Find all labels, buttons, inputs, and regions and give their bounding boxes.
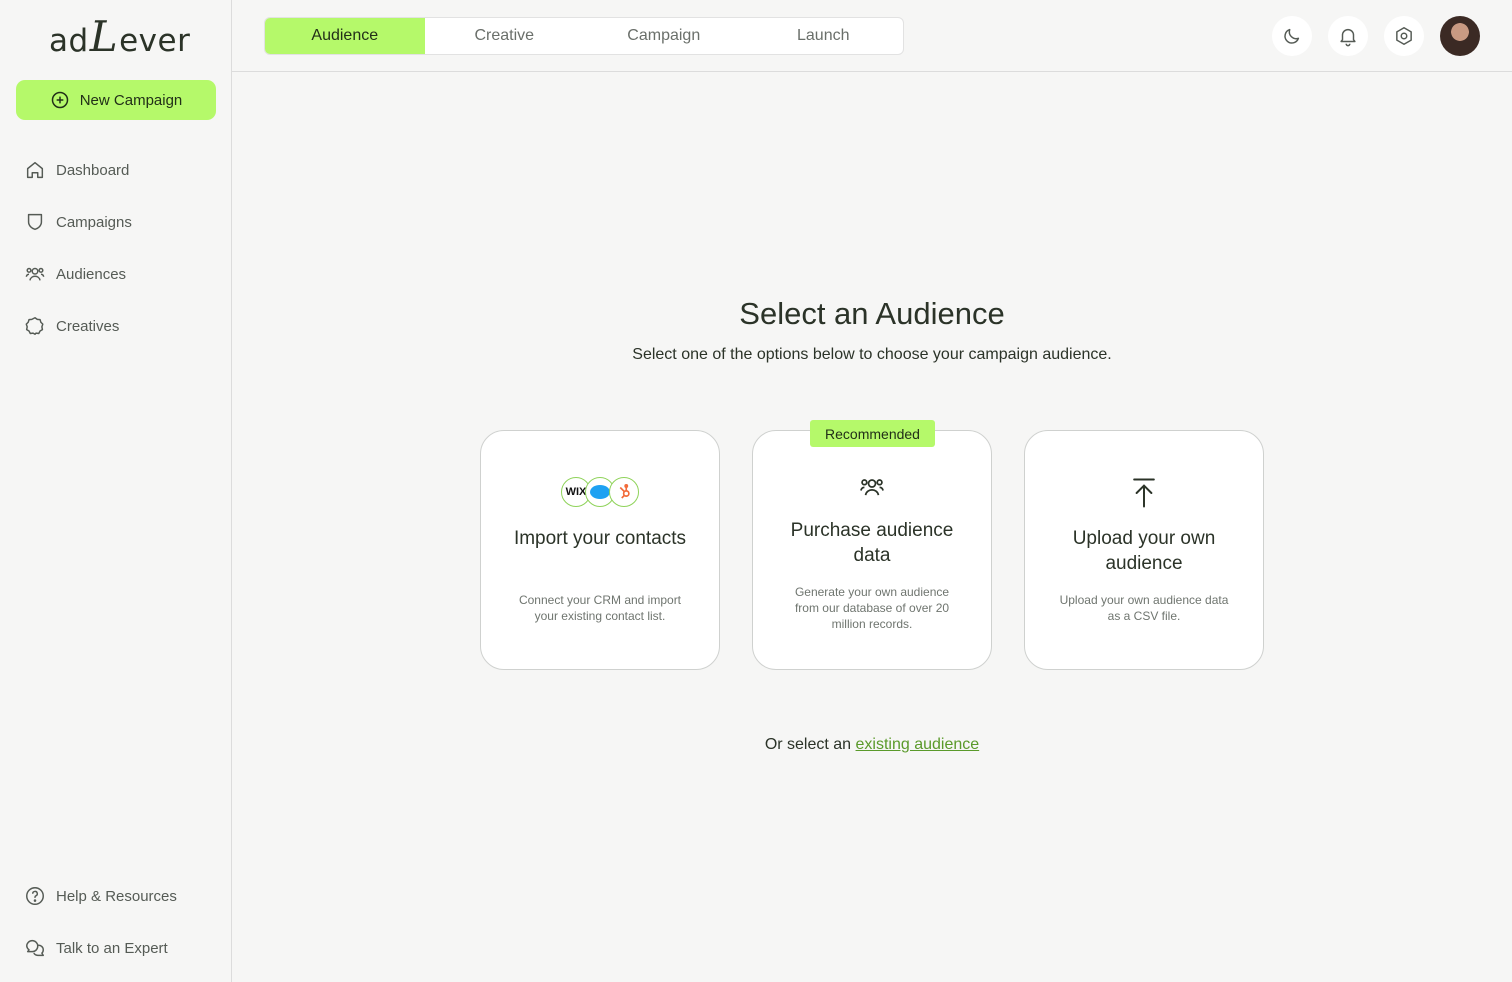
settings-button[interactable]	[1384, 16, 1424, 56]
sidebar-item-label: Talk to an Expert	[56, 939, 168, 957]
sidebar-item-label: Campaigns	[56, 213, 132, 231]
avatar[interactable]	[1440, 16, 1480, 56]
crm-logos-icon: WIX	[481, 477, 719, 507]
sidebar-item-campaigns[interactable]: Campaigns	[24, 202, 214, 242]
page-title: Select an Audience	[739, 296, 1005, 331]
help-circle-icon	[26, 887, 44, 905]
card-icon-wrap	[1025, 477, 1263, 509]
tab-creative[interactable]: Creative	[425, 18, 585, 54]
badge-icon	[25, 317, 44, 335]
card-icon-wrap	[753, 473, 991, 501]
sidebar-nav: Dashboard Campaigns Audiences Creatives	[24, 150, 214, 358]
chat-bubbles-icon	[26, 939, 44, 957]
sidebar-item-label: Creatives	[56, 317, 120, 335]
card-title: Upload your own audience	[1072, 528, 1216, 574]
hubspot-logo-icon	[609, 477, 639, 507]
upload-audience-card[interactable]: Upload your own audience Upload your own…	[1024, 430, 1264, 670]
sidebar-bottom-nav: Help & Resources Talk to an Expert	[24, 876, 224, 980]
tab-audience[interactable]: Audience	[265, 18, 425, 54]
sidebar-item-label: Help & Resources	[56, 887, 177, 905]
shield-icon	[27, 213, 43, 231]
logo-prefix: ad	[49, 23, 89, 59]
new-campaign-label: New Campaign	[79, 91, 183, 109]
logo-suffix: ever	[119, 23, 191, 59]
users-icon	[860, 479, 884, 496]
dark-mode-button[interactable]	[1272, 16, 1312, 56]
card-description: Generate your own audience from our data…	[794, 585, 950, 631]
settings-icon	[1396, 27, 1412, 45]
sidebar-item-creatives[interactable]: Creatives	[24, 306, 214, 346]
tab-launch[interactable]: Launch	[744, 18, 904, 54]
sidebar-item-help[interactable]: Help & Resources	[24, 876, 224, 916]
card-title: Import your contacts	[513, 528, 687, 549]
sidebar-item-expert[interactable]: Talk to an Expert	[24, 928, 224, 968]
sidebar-item-dashboard[interactable]: Dashboard	[24, 150, 214, 190]
existing-audience-prefix: Or select an	[764, 736, 852, 753]
logo-letter: L	[89, 12, 119, 61]
existing-audience-link[interactable]: existing audience	[856, 736, 980, 753]
users-icon	[25, 267, 45, 281]
top-bar: Audience Creative Campaign Launch	[232, 0, 1512, 72]
moon-icon	[1284, 28, 1300, 44]
sidebar-item-audiences[interactable]: Audiences	[24, 254, 214, 294]
card-description: Connect your CRM and import your existin…	[518, 593, 682, 623]
tab-campaign[interactable]: Campaign	[584, 18, 744, 54]
step-tabs: Audience Creative Campaign Launch	[264, 17, 904, 55]
sidebar-item-label: Dashboard	[56, 161, 130, 179]
recommended-badge: Recommended	[810, 420, 935, 447]
home-icon	[26, 161, 44, 179]
upload-icon	[1133, 478, 1155, 508]
app-logo[interactable]: ad Lever	[49, 12, 191, 61]
import-contacts-card[interactable]: WIX Import your contacts Connect your CR…	[480, 430, 720, 670]
bell-icon	[1340, 28, 1356, 47]
new-campaign-button[interactable]: New Campaign	[16, 80, 216, 120]
card-description: Upload your own audience data as a CSV f…	[1059, 593, 1229, 623]
sidebar: ad Lever New Campaign Dashboard Campaigns…	[0, 0, 232, 982]
card-title: Purchase audience data	[790, 520, 954, 566]
purchase-audience-card[interactable]: Purchase audience data Generate your own…	[752, 430, 992, 670]
notifications-button[interactable]	[1328, 16, 1368, 56]
sidebar-item-label: Audiences	[56, 265, 127, 283]
existing-audience-prompt: Or select an existing audience	[232, 736, 1512, 754]
plus-circle-icon	[51, 91, 68, 109]
header-actions	[1272, 16, 1480, 56]
page-subtitle: Select one of the options below to choos…	[632, 346, 1112, 363]
